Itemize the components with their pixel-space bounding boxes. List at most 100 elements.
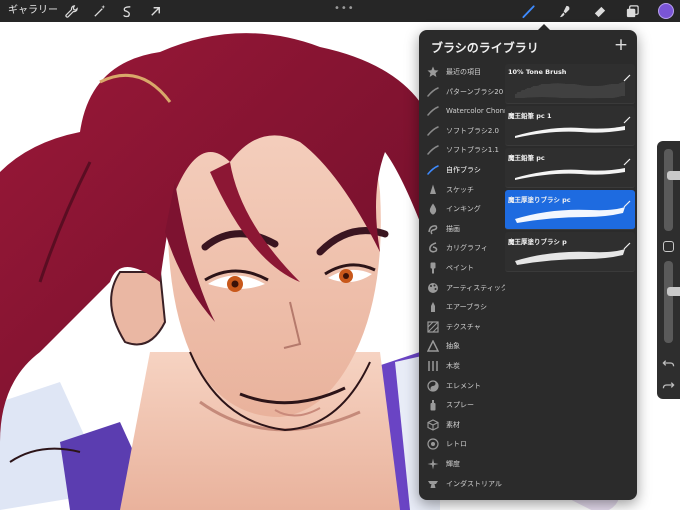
brush-tool-button[interactable]	[519, 2, 537, 20]
brush-set-item[interactable]: ソフトブラシ2.0	[419, 121, 505, 141]
brush-set-label: 輝度	[446, 460, 460, 468]
layers-button[interactable]	[623, 2, 641, 20]
brush-stroke-preview	[511, 118, 629, 144]
brush-set-item[interactable]: ソフトブラシ1.1	[419, 140, 505, 160]
brush-set-label: ソフトブラシ1.1	[446, 146, 499, 155]
brush-set-label: 描画	[446, 224, 460, 233]
eraser-tool-button[interactable]	[590, 2, 608, 20]
brush-set-item[interactable]: レトロ	[419, 434, 505, 454]
texture-icon	[427, 321, 439, 333]
brush-set-label: スプレー	[446, 401, 474, 410]
spray-can-icon	[427, 399, 439, 411]
brush-set-label: パターンブラシ20	[446, 87, 504, 96]
brush-card[interactable]: 魔王鉛筆 pc 1	[505, 106, 635, 146]
brush-set-item[interactable]: 自作ブラシ	[419, 160, 505, 180]
edit-brush-icon[interactable]	[623, 67, 631, 82]
brush-stroke-preview	[511, 160, 629, 186]
brush-card[interactable]: 魔王厚塗りブラシ pc	[505, 190, 635, 230]
brush-set-item[interactable]: 描画	[419, 219, 505, 239]
edit-brush-icon[interactable]	[623, 109, 631, 124]
brush-set-item[interactable]: エレメント	[419, 376, 505, 396]
undo-icon[interactable]	[661, 357, 676, 371]
brush-set-item[interactable]: カリグラフィ	[419, 238, 505, 258]
opacity-thumb[interactable]	[667, 286, 680, 296]
gallery-button[interactable]: ギャラリー	[8, 3, 58, 19]
brush-set-label: ソフトブラシ2.0	[446, 126, 499, 135]
smudge-tool-button[interactable]	[556, 2, 574, 20]
drag-handle[interactable]: •••	[334, 3, 355, 14]
add-brush-button[interactable]: +	[613, 36, 629, 54]
brush-set-label: アーティスティック	[446, 283, 505, 292]
panel-title: ブラシのライブラリ	[431, 41, 539, 55]
wrench-icon	[64, 4, 78, 18]
swirl-icon	[427, 223, 439, 235]
brush-card[interactable]: 魔王鉛筆 pc	[505, 148, 635, 188]
star-icon	[427, 66, 439, 78]
brush-set-label: 自作ブラシ	[446, 166, 481, 174]
brush-library-panel: ブラシのライブラリ + 最近の項目パターンブラシ20 Watercolor Cho…	[419, 30, 637, 500]
brush-stroke-preview	[511, 244, 629, 270]
actions-button[interactable]	[62, 2, 80, 20]
brush-set-list[interactable]: 最近の項目パターンブラシ20 Watercolor Chonmang ソフトブラシ2…	[419, 62, 505, 500]
brush-set-label: 木炭	[446, 362, 460, 370]
brush-set-item[interactable]: 木炭	[419, 356, 505, 376]
color-picker-button[interactable]	[658, 3, 674, 19]
stroke-icon	[427, 164, 439, 176]
paint-brush-icon	[427, 262, 439, 274]
brush-card[interactable]: 10% Tone Brush	[505, 64, 635, 104]
selection-icon	[122, 5, 130, 17]
modify-button[interactable]	[663, 241, 674, 252]
top-toolbar: ギャラリー •••	[0, 0, 680, 22]
layers-icon	[626, 4, 639, 17]
brush-set-label: エアーブラシ	[446, 303, 488, 312]
brush-set-item[interactable]: スプレー	[419, 395, 505, 415]
sparkle-icon	[427, 458, 439, 470]
opacity-slider[interactable]	[664, 261, 680, 343]
airbrush-icon	[427, 301, 439, 313]
brush-set-item[interactable]: 抽象	[419, 336, 505, 356]
stroke-icon	[427, 86, 439, 98]
brush-size-thumb[interactable]	[667, 170, 680, 180]
edit-brush-icon[interactable]	[623, 193, 631, 208]
stroke-icon	[427, 125, 439, 137]
brush-set-item[interactable]: パターンブラシ20	[419, 82, 505, 102]
brush-size-slider[interactable]	[664, 149, 680, 231]
palette-icon	[427, 282, 439, 294]
magic-wand-icon	[93, 4, 105, 17]
brush-set-item[interactable]: テクスチャ	[419, 317, 505, 337]
adjustments-button[interactable]	[90, 2, 108, 20]
brush-list[interactable]: 10% Tone Brush 魔王鉛筆 pc 1 魔王鉛筆 pc 魔王厚塗りブラシ p…	[505, 64, 635, 284]
transform-button[interactable]	[146, 2, 164, 20]
side-controls	[657, 141, 680, 399]
calligraphy-icon	[427, 242, 439, 254]
brush-set-item[interactable]: アーティスティック	[419, 278, 505, 298]
eraser-icon	[594, 6, 605, 17]
ink-drop-icon	[427, 203, 439, 215]
pencil-tip-icon	[427, 184, 439, 196]
stroke-icon	[427, 105, 439, 117]
brush-set-item[interactable]: エアーブラシ	[419, 297, 505, 317]
brush-card[interactable]: 魔王厚塗りブラシ p	[505, 232, 635, 272]
edit-brush-icon[interactable]	[623, 235, 631, 250]
brush-set-label: Watercolor Chonmang	[446, 107, 505, 116]
anvil-icon	[427, 478, 439, 490]
brush-stroke-preview	[511, 76, 629, 102]
brush-set-item[interactable]: 最近の項目	[419, 62, 505, 82]
stroke-icon	[427, 144, 439, 156]
brush-set-item[interactable]: Watercolor Chonmang	[419, 101, 505, 121]
brush-set-label: カリグラフィ	[446, 244, 488, 253]
brush-set-item[interactable]: インキング	[419, 199, 505, 219]
brush-set-label: ペイント	[446, 264, 474, 272]
brush-set-item[interactable]: スケッチ	[419, 180, 505, 200]
brush-icon	[521, 4, 535, 18]
selection-button[interactable]	[118, 2, 136, 20]
brush-set-item[interactable]: インダストリアル	[419, 474, 505, 494]
retro-icon	[427, 438, 439, 450]
brush-set-label: インキング	[446, 205, 481, 214]
brush-set-item[interactable]: ペイント	[419, 258, 505, 278]
brush-set-item[interactable]: 輝度	[419, 454, 505, 474]
redo-icon[interactable]	[661, 379, 676, 393]
brush-set-item[interactable]: 素材	[419, 415, 505, 435]
brush-set-label: 最近の項目	[446, 68, 481, 76]
edit-brush-icon[interactable]	[623, 151, 631, 166]
